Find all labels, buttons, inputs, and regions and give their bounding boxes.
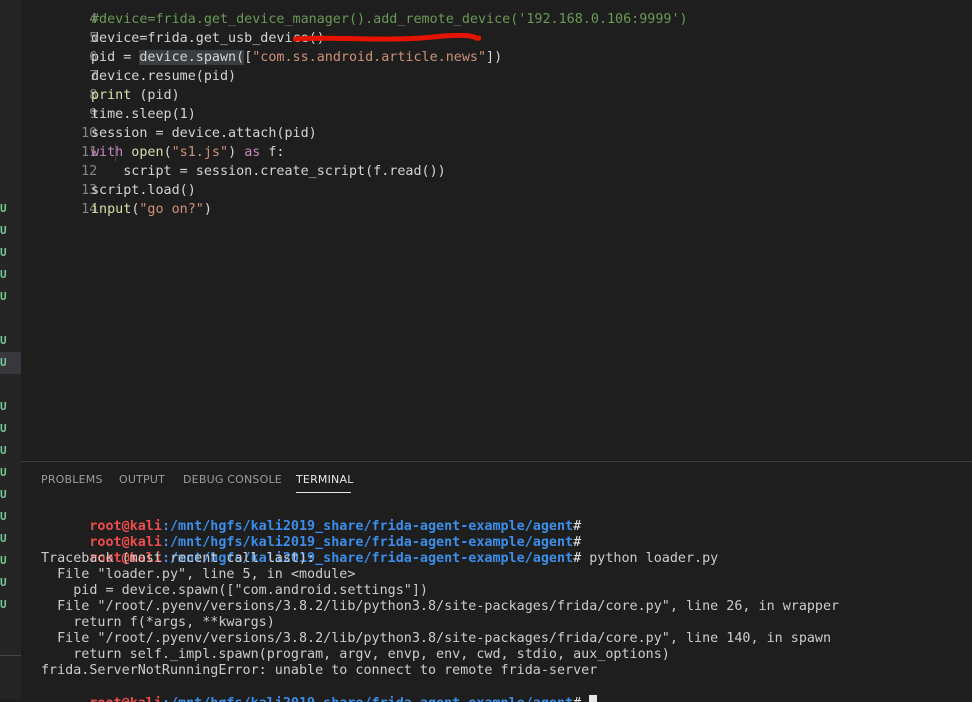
code-line[interactable]: 14 input("go on?"): [21, 181, 212, 217]
terminal-command: python loader.py: [581, 551, 719, 566]
code-text: script.load(): [91, 183, 196, 198]
terminal-prompt-line: root@kali:/mnt/hgfs/kali2019_share/frida…: [89, 551, 719, 566]
explorer-sidebar: U U U U U U U U U U U U U U U U U: [0, 0, 21, 699]
terminal-output[interactable]: root@kali:/mnt/hgfs/kali2019_share/frida…: [41, 502, 961, 702]
terminal-output-line: File "/root/.pyenv/versions/3.8.2/lib/py…: [41, 599, 840, 614]
code-text: device=frida.get_usb_device(): [91, 31, 325, 46]
bottom-panel: PROBLEMS OUTPUT DEBUG CONSOLE TERMINAL r…: [21, 461, 972, 702]
string-literal: "com.ss.android.article.news": [252, 50, 487, 65]
terminal-output-line: Traceback (most recent call last):: [41, 551, 316, 566]
code-line[interactable]: 13 script.load(): [21, 162, 196, 198]
code-text: print (pid): [91, 88, 180, 103]
code-editor[interactable]: 4 #device=frida.get_device_manager().add_…: [21, 0, 972, 461]
git-untracked-mark: U: [0, 422, 7, 435]
git-untracked-mark: U: [0, 488, 7, 501]
redaction-scribble: [293, 33, 481, 42]
git-untracked-mark: U: [0, 224, 7, 237]
code-line[interactable]: 4 #device=frida.get_device_manager().add_…: [21, 0, 687, 27]
terminal-prompt-line: root@kali:/mnt/hgfs/kali2019_share/frida…: [89, 535, 582, 550]
git-untracked-mark: U: [0, 554, 7, 567]
tab-problems[interactable]: PROBLEMS: [41, 473, 103, 486]
code-text: input("go on?"): [91, 202, 212, 217]
code-line[interactable]: 10 session = device.attach(pid): [21, 105, 317, 141]
code-comment: #device=frida.get_device_manager().add_r…: [91, 12, 688, 27]
indent-guide: [115, 143, 116, 162]
panel-tab-bar: PROBLEMS OUTPUT DEBUG CONSOLE TERMINAL: [21, 462, 972, 495]
terminal-output-line: File "/root/.pyenv/versions/3.8.2/lib/py…: [41, 631, 832, 646]
sidebar-divider: [0, 655, 21, 656]
selection-highlight: device.spawn(: [139, 50, 245, 65]
tab-output[interactable]: OUTPUT: [119, 473, 165, 486]
terminal-output-line: pid = device.spawn(["com.android.setting…: [41, 583, 428, 598]
git-untracked-mark: U: [0, 466, 7, 479]
code-line[interactable]: 7 device.resume(pid): [21, 48, 236, 84]
git-untracked-mark: U: [0, 246, 7, 259]
git-untracked-mark: U: [0, 202, 7, 215]
code-text: device.resume(pid): [91, 69, 237, 84]
git-untracked-mark: U: [0, 268, 7, 281]
git-untracked-mark: U: [0, 334, 7, 347]
git-untracked-mark: U: [0, 400, 7, 413]
git-untracked-mark: U: [0, 532, 7, 545]
code-text: with open("s1.js") as f:: [91, 145, 285, 160]
git-untracked-mark: U: [0, 356, 7, 369]
terminal-output-line: frida.ServerNotRunningError: unable to c…: [41, 663, 598, 678]
code-line[interactable]: 12 script = session.create_script(f.read…: [21, 143, 446, 179]
code-text: script = session.create_script(f.read()): [91, 164, 446, 179]
code-line[interactable]: 8 print (pid): [21, 67, 180, 103]
code-line[interactable]: 11 with open("s1.js") as f:: [21, 124, 284, 160]
code-line[interactable]: 9 time.sleep(1): [21, 86, 196, 122]
active-tab-indicator: [296, 492, 351, 493]
git-untracked-mark: U: [0, 510, 7, 523]
git-untracked-mark: U: [0, 576, 7, 589]
terminal-prompt-line: root@kali:/mnt/hgfs/kali2019_share/frida…: [89, 519, 582, 534]
git-untracked-mark: U: [0, 444, 7, 457]
tab-terminal[interactable]: TERMINAL: [296, 473, 354, 486]
code-text: session = device.attach(pid): [91, 126, 317, 141]
code-text: pid = device.spawn(["com.ss.android.arti…: [91, 50, 503, 65]
tab-debug-console[interactable]: DEBUG CONSOLE: [183, 473, 282, 486]
code-text: time.sleep(1): [91, 107, 196, 122]
git-untracked-mark: U: [0, 290, 7, 303]
code-line[interactable]: 5 device=frida.get_usb_device(): [21, 10, 325, 46]
terminal-prompt-line[interactable]: root@kali:/mnt/hgfs/kali2019_share/frida…: [41, 679, 598, 702]
terminal-output-line: return self._impl.spawn(program, argv, e…: [41, 647, 670, 662]
git-untracked-mark: U: [0, 598, 7, 611]
terminal-output-line: File "loader.py", line 5, in <module>: [41, 567, 356, 582]
terminal-output-line: return f(*args, **kwargs): [41, 615, 275, 630]
code-line[interactable]: 6 pid = device.spawn(["com.ss.android.art…: [21, 29, 502, 65]
